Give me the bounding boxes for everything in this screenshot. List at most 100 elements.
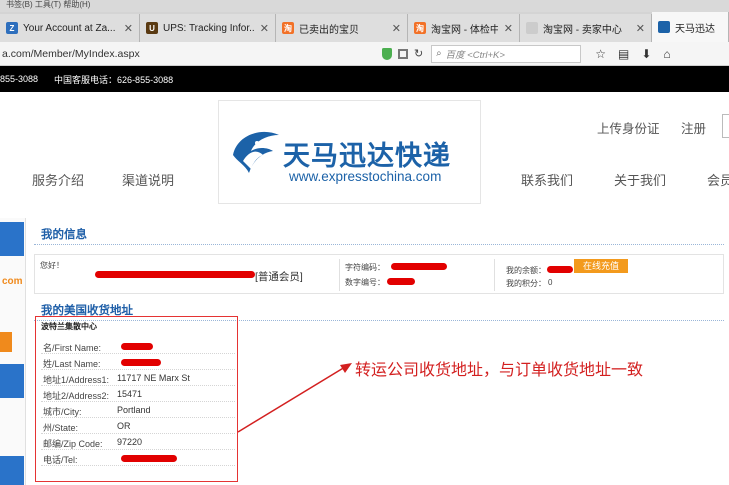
- close-tab-icon[interactable]: ✕: [392, 22, 401, 35]
- state-label: 州/State:: [43, 423, 79, 433]
- search-icon: ⌕: [436, 48, 442, 59]
- reading-list-icon[interactable]: ▤: [618, 47, 629, 61]
- char-code-label: 字符编码：: [345, 263, 385, 272]
- nav-contact-us[interactable]: 联系我们: [521, 170, 573, 189]
- qr-code-icon[interactable]: [398, 48, 408, 59]
- address-row-address1: 地址1/Address1: 11717 NE Marx St: [41, 371, 235, 386]
- search-placeholder: 百度 <Ctrl+K>: [445, 49, 505, 61]
- first-name-label: 名/First Name:: [43, 343, 102, 353]
- taobao-favicon-icon: 淘: [282, 22, 294, 34]
- horse-logo-icon: [233, 131, 279, 173]
- left-sidebar: com: [0, 218, 26, 485]
- reload-icon[interactable]: ↻: [414, 47, 423, 60]
- member-level: [普通会员]: [255, 271, 303, 283]
- address-row-last-name: 姓/Last Name:: [41, 355, 235, 370]
- redacted-tel: [121, 455, 177, 462]
- nav-about-us[interactable]: 关于我们: [614, 170, 666, 189]
- divider: [339, 259, 340, 291]
- taobao-favicon-icon: [526, 22, 538, 34]
- member-content: com 我的信息 您好！ [普通会员] 字符编码： 数字编号： 我的余额： 在线…: [0, 210, 729, 485]
- warehouse-name: 波特兰集散中心: [41, 322, 97, 331]
- my-info-title: 我的信息: [41, 229, 87, 241]
- register-link[interactable]: 注册: [681, 118, 706, 137]
- logo-text: 天马迅达快递: [283, 141, 451, 172]
- redacted-balance: [547, 266, 573, 273]
- browser-tab[interactable]: 淘 淘宝网 - 体检中心 ✕: [408, 14, 520, 42]
- tianma-favicon-icon: [658, 21, 670, 33]
- state-value[interactable]: OR: [117, 421, 131, 431]
- last-name-label: 姓/Last Name:: [43, 359, 101, 369]
- sidebar-tab[interactable]: [0, 222, 24, 256]
- zazzle-favicon-icon: Z: [6, 22, 18, 34]
- address-row-address2: 地址2/Address2: 15471: [41, 387, 235, 402]
- address-bar[interactable]: a.com/Member/MyIndex.aspx: [0, 48, 380, 60]
- redacted-first-name: [121, 343, 153, 350]
- sidebar-tab[interactable]: [0, 364, 24, 398]
- sidebar-com-text: com: [2, 276, 23, 287]
- nav-member[interactable]: 会员: [707, 170, 729, 189]
- tab-title: UPS: Tracking Infor...: [163, 22, 254, 34]
- home-icon[interactable]: ⌂: [663, 47, 670, 61]
- browser-search-input[interactable]: ⌕ 百度 <Ctrl+K>: [431, 44, 582, 63]
- browser-tab-bar: Z Your Account at Za... ✕ U UPS: Trackin…: [0, 12, 729, 42]
- site-top-bar: 855-3088 中国客服电话：626-855-3088: [0, 66, 729, 92]
- tab-title: Your Account at Za...: [23, 22, 116, 34]
- browser-tab[interactable]: 淘宝网 - 卖家中心 ✕: [520, 14, 652, 42]
- address-row-city: 城市/City: Portland: [41, 403, 235, 418]
- zip-value[interactable]: 97220: [117, 437, 142, 447]
- address2-value[interactable]: 15471: [117, 389, 142, 399]
- divider: [494, 259, 495, 291]
- bookmark-star-icon[interactable]: ☆: [595, 47, 606, 61]
- points-value: 0: [548, 278, 553, 287]
- nav-channel-info[interactable]: 渠道说明: [122, 170, 174, 189]
- greeting: 您好！: [40, 261, 64, 270]
- upload-id-link[interactable]: 上传身份证: [597, 118, 660, 137]
- sidebar-tab[interactable]: [0, 456, 24, 485]
- city-value[interactable]: Portland: [117, 405, 151, 415]
- recharge-button[interactable]: 在线充值: [574, 259, 628, 273]
- close-tab-icon[interactable]: ✕: [636, 22, 645, 35]
- address1-value[interactable]: 11717 NE Marx St: [117, 373, 190, 383]
- browser-menu-strip[interactable]: 书签(B) 工具(T) 帮助(H): [0, 0, 729, 12]
- download-icon[interactable]: ⬇: [641, 47, 651, 61]
- redacted-num-code: [387, 278, 415, 285]
- browser-tab[interactable]: 淘 已卖出的宝贝 ✕: [276, 14, 408, 42]
- my-info-box: 您好！ [普通会员] 字符编码： 数字编号： 我的余额： 在线充值 我的积分： …: [34, 254, 724, 294]
- nav-service-intro[interactable]: 服务介绍: [32, 170, 84, 189]
- address-row-state: 州/State: OR: [41, 419, 235, 434]
- redacted-username: [95, 271, 255, 278]
- shield-icon[interactable]: [382, 47, 392, 60]
- browser-nav-bar: a.com/Member/MyIndex.aspx ↻ ⌕ 百度 <Ctrl+K…: [0, 42, 729, 66]
- address1-label: 地址1/Address1:: [43, 375, 110, 385]
- browser-tab[interactable]: U UPS: Tracking Infor... ✕: [140, 14, 276, 42]
- us-address-box: 波特兰集散中心 名/First Name: 姓/Last Name: 地址1/A…: [35, 316, 238, 482]
- logo-url: www.expresstochina.com: [289, 169, 442, 184]
- redacted-char-code: [391, 263, 447, 270]
- close-tab-icon[interactable]: ✕: [504, 22, 513, 35]
- site-header: 服务介绍 渠道说明 天马迅达快递 www.expresstochina.com …: [0, 92, 729, 210]
- tab-title: 天马迅达: [675, 23, 715, 35]
- num-code-label: 数字编号：: [345, 278, 385, 287]
- address-row-first-name: 名/First Name:: [41, 339, 235, 354]
- tab-title: 淘宝网 - 卖家中心: [543, 24, 622, 36]
- balance-label: 我的余额：: [506, 266, 546, 275]
- tab-title: 淘宝网 - 体检中心: [431, 24, 498, 36]
- phone-china: 中国客服电话：626-855-3088: [54, 74, 174, 85]
- address2-label: 地址2/Address2:: [43, 391, 110, 401]
- city-label: 城市/City:: [43, 407, 82, 417]
- browser-tab[interactable]: Z Your Account at Za... ✕: [0, 14, 140, 42]
- address-row-tel: 电话/Tel:: [41, 451, 235, 466]
- address-row-zip: 邮编/Zip Code: 97220: [41, 435, 235, 450]
- site-logo[interactable]: 天马迅达快递 www.expresstochina.com: [218, 100, 481, 204]
- tel-label: 电话/Tel:: [43, 455, 78, 465]
- tab-title: 已卖出的宝贝: [299, 24, 359, 36]
- taobao-favicon-icon: 淘: [414, 22, 426, 34]
- phone-partial: 855-3088: [0, 74, 39, 84]
- browser-tab-active[interactable]: 天马迅达: [652, 12, 729, 42]
- close-tab-icon[interactable]: ✕: [260, 22, 269, 35]
- site-search-input[interactable]: [722, 114, 729, 138]
- divider: [34, 244, 724, 245]
- zip-label: 邮编/Zip Code:: [43, 439, 103, 449]
- sidebar-marker: [0, 332, 12, 352]
- close-tab-icon[interactable]: ✕: [124, 22, 133, 35]
